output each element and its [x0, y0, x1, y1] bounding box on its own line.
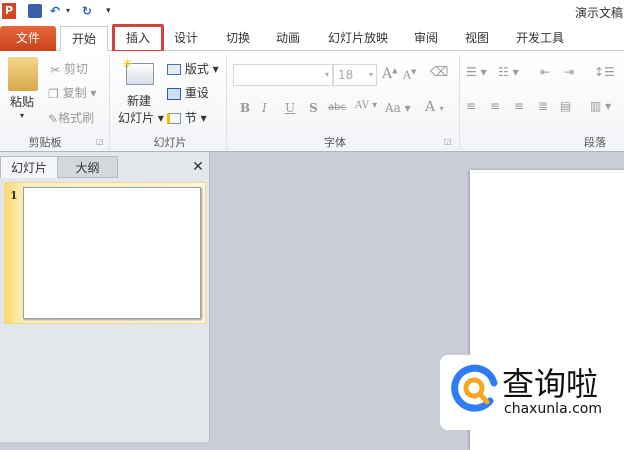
sparkle-icon: ✳	[122, 57, 133, 72]
strikethrough-button[interactable]: abc	[328, 102, 346, 113]
bold-button[interactable]: B	[240, 101, 250, 115]
insert-tab-highlight	[112, 24, 164, 53]
section-icon	[167, 113, 181, 124]
undo-icon[interactable]: ↶	[50, 3, 60, 19]
copy-button[interactable]: ❐ 复制 ▾	[48, 84, 96, 101]
tab-transitions[interactable]: 切换	[220, 26, 256, 51]
slides-pane: 幻灯片 大纲 ✕ 1	[0, 152, 210, 442]
decrease-indent-button[interactable]: ⇤	[540, 65, 550, 79]
font-color-button[interactable]: A ▾	[425, 99, 444, 115]
tab-developer[interactable]: 开发工具	[510, 26, 570, 51]
line-spacing-button[interactable]: ↕☰	[594, 65, 615, 79]
slide-number: 1	[10, 189, 18, 202]
format-painter-button[interactable]: ✎格式刷	[48, 109, 94, 126]
reset-button[interactable]: 重设	[167, 84, 209, 101]
clear-formatting-icon[interactable]: ⌫	[430, 65, 448, 80]
section-button[interactable]: 节 ▾	[167, 109, 207, 126]
shadow-button[interactable]: S	[309, 101, 318, 115]
brush-icon: ✎	[48, 111, 59, 126]
font-name-combo[interactable]: ▾	[233, 64, 333, 86]
watermark-name: 查询啦	[502, 365, 599, 403]
clipboard-launcher-icon[interactable]: ◲	[96, 137, 104, 146]
group-label-paragraph: 段落	[584, 136, 606, 149]
watermark: 查询啦 chaxunla.com	[440, 355, 624, 430]
font-size-combo[interactable]: 18 ▾	[333, 64, 377, 86]
group-label-slides: 幻灯片	[153, 136, 187, 149]
tab-slideshow[interactable]: 幻灯片放映	[322, 26, 394, 51]
title-bar: P ↶ ▾ ↻ ▾ 演示文稿	[0, 0, 624, 22]
tab-design[interactable]: 设计	[168, 26, 204, 51]
shrink-font-button[interactable]: A▼	[403, 68, 416, 82]
slide-thumbnail-selected[interactable]: 1	[4, 182, 206, 324]
customize-icon[interactable]: ▾	[106, 3, 111, 19]
layout-button[interactable]: 版式 ▾	[167, 60, 219, 77]
tab-file[interactable]: 文件	[0, 26, 56, 51]
tab-view[interactable]: 视图	[459, 26, 495, 51]
underline-button[interactable]: U	[285, 101, 295, 115]
paste-button[interactable]: 粘贴	[10, 93, 34, 110]
new-slide-dropdown[interactable]: 幻灯片 ▾	[118, 109, 164, 126]
change-case-button[interactable]: Aa ▾	[385, 101, 411, 115]
ribbon: 粘贴 ▾ ✂ 剪切 ❐ 复制 ▾ ✎格式刷 剪贴板 ◲ ✳ 新建 幻灯片 ▾ 版…	[0, 51, 624, 152]
paste-icon[interactable]	[8, 57, 38, 91]
watermark-url: chaxunla.com	[504, 401, 602, 417]
redo-icon[interactable]: ↻	[82, 3, 92, 19]
powerpoint-app-icon[interactable]: P	[2, 3, 16, 19]
window-title: 演示文稿	[575, 6, 624, 20]
layout-icon	[167, 64, 181, 75]
tab-review[interactable]: 审阅	[408, 26, 444, 51]
cut-button[interactable]: ✂ 剪切	[50, 60, 88, 77]
bullets-button[interactable]: ☰ ▾	[466, 65, 487, 79]
tab-home[interactable]: 开始	[60, 26, 108, 52]
paste-dropdown-icon[interactable]: ▾	[20, 111, 24, 120]
copy-icon: ❐	[48, 86, 59, 101]
character-spacing-button[interactable]: AV ▾	[355, 100, 377, 111]
scissors-icon: ✂	[50, 62, 61, 77]
italic-button[interactable]: I	[262, 101, 267, 115]
undo-dropdown-icon[interactable]: ▾	[66, 3, 70, 19]
justify-button[interactable]: ≣	[538, 99, 548, 113]
save-icon[interactable]	[28, 4, 42, 18]
tab-animations[interactable]: 动画	[270, 26, 306, 51]
align-center-button[interactable]: ≡	[490, 99, 500, 113]
slide-thumbnail[interactable]	[23, 187, 201, 319]
tab-outline[interactable]: 大纲	[58, 156, 118, 178]
increase-indent-button[interactable]: ⇥	[564, 65, 574, 79]
close-pane-icon[interactable]: ✕	[188, 156, 208, 178]
ribbon-tabs: 文件 开始 插入 设计 切换 动画 幻灯片放映 审阅 视图 开发工具	[0, 22, 624, 52]
numbering-button[interactable]: ☷ ▾	[498, 65, 519, 79]
align-right-button[interactable]: ≡	[514, 99, 524, 113]
group-label-clipboard: 剪贴板	[28, 136, 62, 149]
align-left-button[interactable]: ≡	[466, 99, 476, 113]
grow-font-button[interactable]: A▲	[382, 66, 398, 82]
group-label-font: 字体	[324, 136, 346, 149]
tab-slides[interactable]: 幻灯片	[0, 156, 58, 178]
new-slide-button[interactable]: 新建	[127, 92, 151, 109]
columns-button[interactable]: ▥ ▾	[590, 99, 611, 113]
distributed-button[interactable]: ▤	[560, 99, 571, 113]
reset-icon	[167, 87, 181, 100]
chaxunla-logo-icon	[451, 364, 498, 412]
font-launcher-icon[interactable]: ◲	[444, 137, 452, 146]
